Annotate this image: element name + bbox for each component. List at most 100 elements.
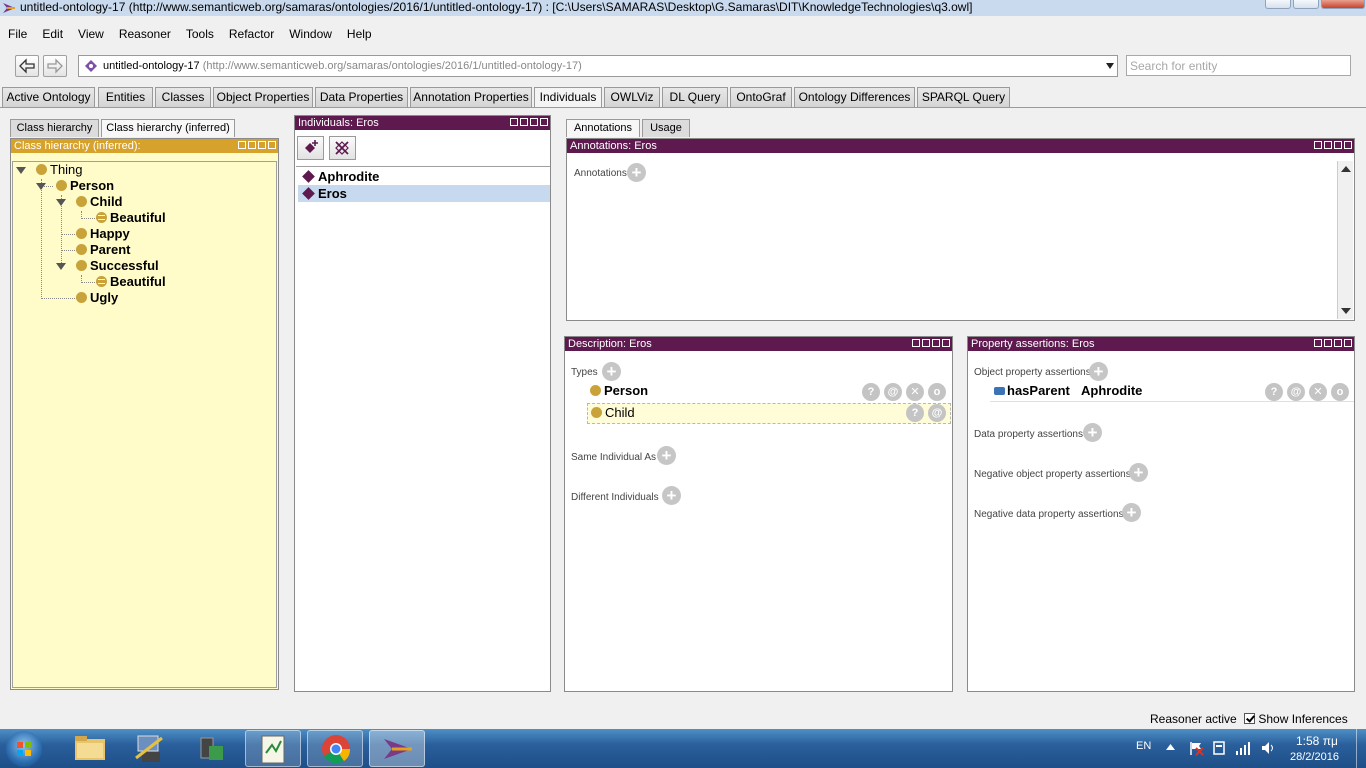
negative-object-property-assertions-label: Negative object property assertions <box>974 469 1131 480</box>
tree-node-beautiful[interactable]: Beautiful <box>96 210 166 226</box>
forward-button[interactable] <box>43 55 67 77</box>
class-hierarchy-header: Class hierarchy (inferred): <box>11 139 278 153</box>
delete-button[interactable]: ✕ <box>906 383 924 401</box>
volume-icon[interactable] <box>1261 741 1277 755</box>
subtab-class-hierarchy-inferred[interactable]: Class hierarchy (inferred) <box>101 119 235 137</box>
action-center-flag-icon[interactable] <box>1188 740 1204 756</box>
tree-node-thing[interactable]: Thing <box>36 162 83 178</box>
list-item-eros[interactable]: Eros <box>298 185 550 202</box>
type-row-person[interactable]: Person <box>590 381 648 401</box>
tab-ontology-differences[interactable]: Ontology Differences <box>794 87 915 107</box>
tree-node-beautiful-2[interactable]: Beautiful <box>96 274 166 290</box>
device-icon[interactable] <box>1212 740 1226 756</box>
add-same-individual-button[interactable]: + <box>657 446 676 465</box>
menu-help[interactable]: Help <box>339 26 379 41</box>
close-window-button[interactable] <box>1321 0 1365 9</box>
explain-inference-button[interactable]: ? <box>906 404 924 422</box>
search-entity-input[interactable] <box>1126 55 1351 76</box>
add-individual-button[interactable] <box>297 136 324 160</box>
menu-view[interactable]: View <box>70 26 111 41</box>
delete-assertion-button[interactable]: ✕ <box>1309 383 1327 401</box>
tab-object-properties[interactable]: Object Properties <box>213 87 313 107</box>
tab-entities[interactable]: Entities <box>98 87 153 107</box>
tab-owlviz[interactable]: OWLViz <box>604 87 660 107</box>
network-signal-icon[interactable] <box>1236 741 1252 755</box>
tab-active-ontology[interactable]: Active Ontology <box>2 87 95 107</box>
list-item-aphrodite[interactable]: Aphrodite <box>298 168 550 185</box>
add-different-individual-button[interactable]: + <box>662 486 681 505</box>
tree-node-child[interactable]: Child <box>76 194 123 210</box>
back-button[interactable] <box>15 55 39 77</box>
tree-node-successful[interactable]: Successful <box>76 258 159 274</box>
tab-ontograf[interactable]: OntoGraf <box>730 87 792 107</box>
checkbox-checked-icon[interactable] <box>1244 713 1255 724</box>
tree-node-parent[interactable]: Parent <box>76 242 130 258</box>
annotate-button[interactable]: @ <box>884 383 902 401</box>
show-hidden-icons-icon[interactable] <box>1166 744 1175 750</box>
panel-view-buttons[interactable] <box>1312 339 1352 349</box>
start-button[interactable] <box>6 731 42 767</box>
subtab-class-hierarchy[interactable]: Class hierarchy <box>10 119 99 137</box>
menu-window[interactable]: Window <box>281 26 339 41</box>
description-header: Description: Eros <box>565 337 952 351</box>
tab-individuals[interactable]: Individuals <box>534 87 602 108</box>
menu-edit[interactable]: Edit <box>34 26 70 41</box>
tab-annotation-properties[interactable]: Annotation Properties <box>410 87 532 107</box>
annotate-assertion-button[interactable]: @ <box>1287 383 1305 401</box>
show-inferences-checkbox[interactable]: Show Inferences <box>1244 712 1348 726</box>
taskbar-network-app[interactable] <box>122 730 178 767</box>
subtab-usage[interactable]: Usage <box>642 119 690 137</box>
expand-child-icon[interactable] <box>56 199 66 206</box>
delete-individual-button[interactable] <box>329 136 356 160</box>
expand-thing-icon[interactable] <box>16 167 26 174</box>
panel-view-buttons[interactable] <box>910 339 950 349</box>
menu-file[interactable]: File <box>0 26 34 41</box>
taskbar-chrome[interactable] <box>307 730 363 767</box>
menu-reasoner[interactable]: Reasoner <box>111 26 178 41</box>
language-indicator[interactable]: EN <box>1136 740 1151 752</box>
tree-node-happy[interactable]: Happy <box>76 226 130 242</box>
panel-view-buttons[interactable] <box>508 118 548 128</box>
add-type-button[interactable]: + <box>602 362 621 381</box>
taskbar-remote-app[interactable] <box>183 730 239 767</box>
tab-data-properties[interactable]: Data Properties <box>315 87 408 107</box>
add-negative-data-property-assertion-button[interactable]: + <box>1122 503 1141 522</box>
inferred-type-row[interactable] <box>587 403 951 424</box>
subtab-annotations[interactable]: Annotations <box>566 119 640 137</box>
add-negative-object-property-assertion-button[interactable]: + <box>1129 463 1148 482</box>
active-ontology-selector[interactable]: untitled-ontology-17 (http://www.semanti… <box>78 55 1118 77</box>
clock-time[interactable]: 1:58 πμ <box>1296 734 1338 748</box>
edit-button[interactable]: o <box>928 383 946 401</box>
chevron-down-icon[interactable] <box>1106 63 1114 69</box>
expand-successful-icon[interactable] <box>56 263 66 270</box>
tab-classes[interactable]: Classes <box>155 87 211 107</box>
annotations-scrollbar[interactable] <box>1337 161 1353 319</box>
menu-refactor[interactable]: Refactor <box>221 26 281 41</box>
explain-button[interactable]: ? <box>862 383 880 401</box>
expand-person-icon[interactable] <box>36 183 46 190</box>
clock-date[interactable]: 28/2/2016 <box>1290 751 1339 763</box>
taskbar-explorer[interactable] <box>62 730 118 767</box>
tab-dl-query[interactable]: DL Query <box>662 87 728 107</box>
explain-assertion-button[interactable]: ? <box>1265 383 1283 401</box>
tree-node-person[interactable]: Person <box>56 178 114 194</box>
tree-node-ugly[interactable]: Ugly <box>76 290 118 306</box>
show-desktop-button[interactable] <box>1356 729 1366 768</box>
scroll-down-icon[interactable] <box>1341 307 1351 315</box>
annotate-inference-button[interactable]: @ <box>928 404 946 422</box>
scroll-up-icon[interactable] <box>1341 165 1351 173</box>
add-data-property-assertion-button[interactable]: + <box>1083 423 1102 442</box>
taskbar-editor[interactable] <box>245 730 301 767</box>
add-object-property-assertion-button[interactable]: + <box>1089 362 1108 381</box>
panel-view-buttons[interactable] <box>1312 141 1352 151</box>
windows-taskbar: EN 1:58 πμ 28/2/2016 <box>0 729 1366 768</box>
panel-view-buttons[interactable] <box>236 141 276 151</box>
maximize-button[interactable] <box>1293 0 1319 9</box>
tab-sparql-query[interactable]: SPARQL Query <box>917 87 1010 107</box>
type-row-child[interactable]: Child <box>591 403 635 423</box>
taskbar-protege[interactable] <box>369 730 425 767</box>
edit-assertion-button[interactable]: o <box>1331 383 1349 401</box>
add-annotation-button[interactable]: + <box>627 163 646 182</box>
minimize-button[interactable] <box>1265 0 1291 9</box>
menu-tools[interactable]: Tools <box>178 26 221 41</box>
